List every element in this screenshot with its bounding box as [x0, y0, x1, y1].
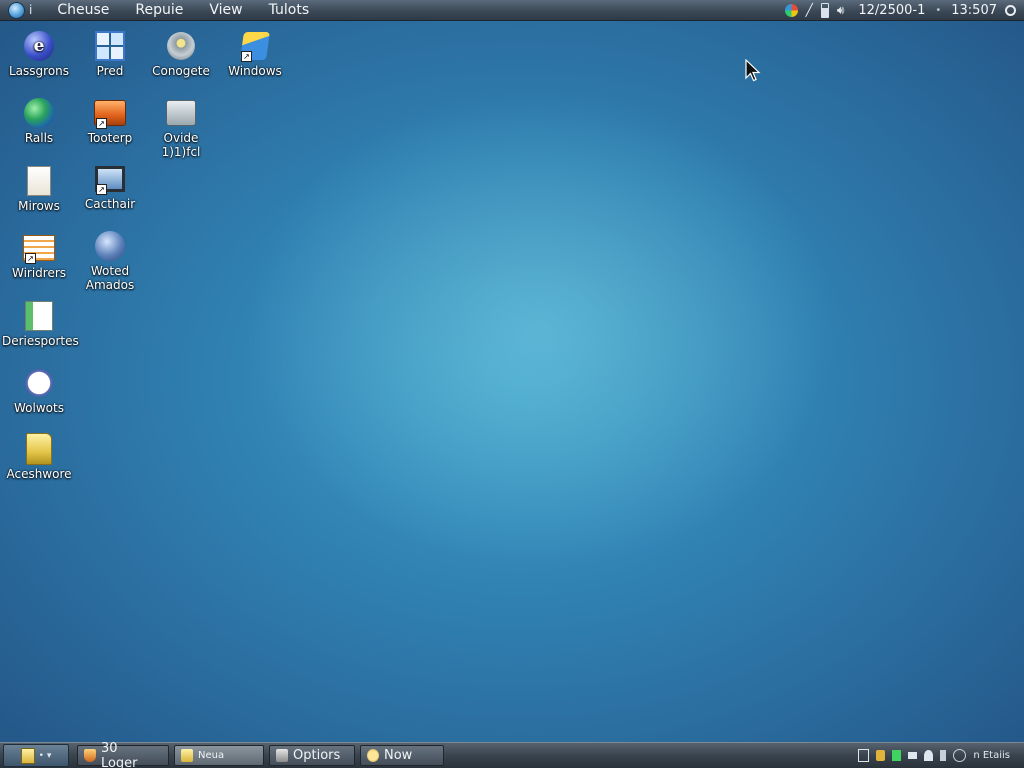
folder-blue-icon: ↗ [239, 30, 271, 62]
task-button-now[interactable]: Now [360, 745, 444, 766]
desktop-icon-label: Ovide 1)1)fcl [161, 131, 201, 159]
desktop-icon-label: Tooterp [87, 131, 133, 145]
wrench-icon [276, 749, 288, 762]
tray-flag-icon[interactable] [876, 750, 886, 761]
tray-battery-icon[interactable] [940, 750, 947, 761]
clock-time[interactable]: 13:507 [951, 3, 997, 18]
top-panel: i Cheuse Repuie View Tulots ╱ 🔊︎ 12/2500… [0, 0, 1024, 21]
shield-icon [84, 749, 96, 762]
desktop-icon-tooterp[interactable]: ↗ Tooterp [73, 97, 147, 145]
desktop-icon-label: Aceshwore [6, 467, 72, 481]
desktop-icon-label: Wiridrers [11, 266, 67, 280]
tray-text[interactable]: n Etaiis [973, 750, 1010, 761]
shortcut-arrow-icon: ↗ [25, 253, 36, 264]
top-panel-left: i Cheuse Repuie View Tulots [0, 0, 322, 20]
desktop-icon-wolwots[interactable]: Wolwots [2, 367, 76, 415]
desktop-icon-mirows[interactable]: Mirows [2, 165, 76, 213]
network-icon[interactable] [953, 749, 967, 762]
desktop-icon-deriesportes[interactable]: Deriesportes [2, 300, 79, 348]
mouse-cursor-icon [745, 59, 761, 82]
toolbox-icon: ↗ [94, 97, 126, 129]
tray-status-icon[interactable] [892, 750, 902, 761]
windows-grid-icon [94, 30, 126, 62]
desktop-icon-label: Conogete [152, 64, 210, 78]
monitor-icon: ↗ [94, 163, 126, 195]
desktop-icon-ovide[interactable]: Ovide 1)1)fcl [144, 97, 218, 159]
info-icon[interactable]: i [29, 3, 32, 17]
printer-icon [165, 97, 197, 129]
tray-bell-icon[interactable] [924, 750, 934, 761]
task-button-label: Now [384, 748, 413, 763]
menu-item-tulots[interactable]: Tulots [256, 0, 323, 21]
power-icon[interactable] [1005, 4, 1016, 16]
shortcut-arrow-icon: ↗ [96, 184, 107, 195]
folder-icon [23, 433, 55, 465]
task-button-login[interactable]: 30 Loger [77, 741, 169, 768]
taskbar: • ▾ 30 Loger Neua Optiors Now n Etaiis [0, 741, 1024, 768]
spreadsheet-icon [23, 300, 55, 332]
battery-icon[interactable] [820, 2, 829, 18]
globe-e-icon: e [23, 30, 55, 62]
task-button-label: Neua [198, 750, 225, 761]
speaker-icon[interactable]: 🔊︎ [837, 3, 845, 17]
desktop-icon-wiridrers[interactable]: ↗ Wiridrers [2, 232, 76, 280]
clock-icon [23, 367, 55, 399]
earth-icon [23, 97, 55, 129]
desktop-icon-woted-amados[interactable]: Woted Amados [73, 230, 147, 292]
menu-item-repuie[interactable]: Repuie [122, 0, 196, 21]
task-button-label: 30 Loger [100, 740, 138, 768]
task-button-options[interactable]: Optiors [269, 745, 355, 766]
top-panel-tray: ╱ 🔊︎ 12/2500-1 • 13:507 [784, 0, 1024, 20]
desktop-icon-cacthair[interactable]: ↗ Cacthair [73, 163, 147, 211]
desktop-icon-label: Woted Amados [85, 264, 135, 292]
face-icon [367, 749, 379, 762]
drive-icon [165, 30, 197, 62]
desktop-icon-label: Wolwots [14, 401, 64, 415]
tray-drive-icon[interactable] [908, 752, 918, 759]
clock-date[interactable]: 12/2500-1 [858, 3, 925, 18]
clock-separator-icon: • [935, 4, 942, 16]
app-menu-orb-icon[interactable] [8, 1, 25, 19]
desktop-icon-lassgrons[interactable]: e Lassgrons [2, 30, 76, 78]
desktop-icon-label: Windows [228, 64, 282, 78]
system-tray: n Etaiis [858, 749, 1024, 762]
start-button[interactable]: • ▾ [3, 744, 69, 767]
folder-icon [181, 749, 193, 762]
desktop-icon-ralls[interactable]: Ralls [2, 97, 76, 145]
desktop-icon-pred[interactable]: Pred [73, 30, 147, 78]
task-button-news[interactable]: Neua [174, 745, 264, 766]
desktop-icon-aceshwore[interactable]: Aceshwore [2, 433, 76, 481]
desktop-icon-label: Pred [96, 64, 124, 78]
desktop-icon-label: Deriesportes [2, 334, 79, 348]
desktop-icon-label: Lassgrons [8, 64, 70, 78]
menu-item-cheuse[interactable]: Cheuse [44, 0, 122, 21]
document-icon [23, 165, 55, 197]
desktop-icon-windows[interactable]: ↗ Windows [218, 30, 292, 78]
start-folder-icon [20, 747, 35, 764]
notes-icon: ↗ [23, 232, 55, 264]
desktop-icon-conogete[interactable]: Conogete [144, 30, 218, 78]
shortcut-arrow-icon: ↗ [96, 118, 107, 129]
tray-window-icon[interactable] [858, 749, 870, 762]
desktop-icon-label: Ralls [24, 131, 54, 145]
start-button-label: • ▾ [38, 750, 52, 761]
satellite-icon [94, 230, 126, 262]
desktop-icon-label: Cacthair [84, 197, 136, 211]
menu-item-view[interactable]: View [196, 0, 255, 21]
shortcut-arrow-icon: ↗ [241, 51, 252, 62]
pen-icon[interactable]: ╱ [806, 3, 813, 17]
desktop-icon-label: Mirows [18, 199, 60, 213]
color-picker-icon[interactable] [784, 3, 798, 17]
task-button-label: Optiors [293, 748, 341, 763]
